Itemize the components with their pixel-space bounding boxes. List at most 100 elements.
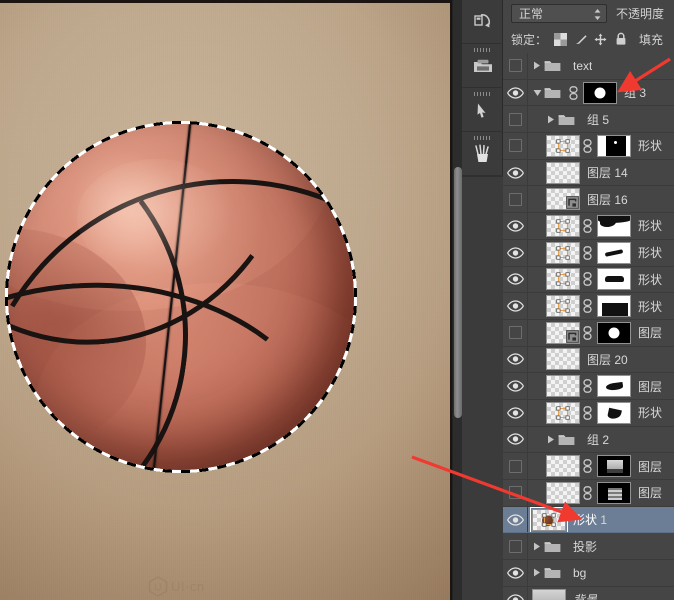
link-mask-icon[interactable] (582, 272, 593, 286)
layer-row-背景[interactable]: 背景 (503, 587, 674, 600)
layer-row-图层[interactable]: 图层 (503, 373, 674, 400)
dock-button-brush-presets-panel[interactable] (462, 132, 503, 176)
layer-row-body[interactable]: text (528, 53, 674, 79)
layer-row-形状[interactable]: 形状 (503, 400, 674, 427)
group-expand-toggle[interactable] (532, 61, 542, 70)
layer-thumbnail[interactable] (546, 135, 580, 157)
group-expand-toggle[interactable] (546, 435, 556, 444)
layer-visibility-toggle[interactable] (503, 293, 528, 319)
layer-row-body[interactable]: 组 5 (528, 106, 674, 132)
layer-row-body[interactable]: 形状 (528, 400, 674, 426)
link-mask-icon[interactable] (568, 86, 579, 100)
layer-row-body[interactable]: 形状 (528, 293, 674, 319)
layer-list[interactable]: text 组 3 组 5 形状 图层 14 图层 16 (503, 53, 674, 600)
layer-mask-thumbnail[interactable] (597, 242, 631, 264)
layer-row-text[interactable]: text (503, 53, 674, 80)
dock-button-mini-bridge-panel[interactable] (462, 44, 503, 88)
layer-mask-thumbnail[interactable] (583, 82, 617, 104)
group-expand-toggle[interactable] (532, 568, 542, 577)
layer-visibility-toggle[interactable] (503, 133, 528, 159)
layer-visibility-toggle[interactable] (503, 186, 528, 212)
basketball-artwork[interactable] (2, 118, 360, 476)
layer-visibility-toggle[interactable] (503, 560, 528, 586)
lock-all-icon[interactable] (613, 32, 628, 47)
link-mask-icon[interactable] (582, 219, 593, 233)
layer-thumbnail[interactable] (546, 295, 580, 317)
layer-mask-thumbnail[interactable] (597, 295, 631, 317)
layer-row-图层-16[interactable]: 图层 16 (503, 186, 674, 213)
layer-row-图层-14[interactable]: 图层 14 (503, 160, 674, 187)
layer-visibility-toggle[interactable] (503, 480, 528, 506)
layer-thumbnail[interactable] (546, 482, 580, 504)
layer-row-形状[interactable]: 形状 (503, 293, 674, 320)
layer-visibility-toggle[interactable] (503, 80, 528, 106)
layer-row-组-5[interactable]: 组 5 (503, 106, 674, 133)
layer-thumbnail[interactable] (546, 348, 580, 370)
layer-visibility-toggle[interactable] (503, 453, 528, 479)
layer-visibility-toggle[interactable] (503, 213, 528, 239)
lock-transparent-pixels-icon[interactable] (553, 32, 568, 47)
layer-row-body[interactable]: 形状 (528, 133, 674, 159)
canvas-area[interactable]: U UI·cn (0, 0, 462, 600)
layer-mask-thumbnail[interactable] (597, 455, 631, 477)
layer-row-body[interactable]: 图层 (528, 480, 674, 506)
layer-row-body[interactable]: 背景 (528, 587, 674, 600)
layer-row-形状-1[interactable]: 形状 1 (503, 507, 674, 534)
layer-row-body[interactable]: 图层 16 (528, 186, 674, 212)
link-mask-icon[interactable] (582, 246, 593, 260)
document-canvas[interactable]: U UI·cn (0, 3, 450, 600)
link-mask-icon[interactable] (582, 299, 593, 313)
layer-visibility-toggle[interactable] (503, 267, 528, 293)
lock-image-pixels-icon[interactable] (573, 32, 588, 47)
layer-visibility-toggle[interactable] (503, 106, 528, 132)
layer-thumbnail[interactable] (546, 455, 580, 477)
layer-row-body[interactable]: 形状 (528, 213, 674, 239)
layer-visibility-toggle[interactable] (503, 373, 528, 399)
layer-row-组-3[interactable]: 组 3 (503, 80, 674, 107)
layer-row-body[interactable]: 图层 (528, 320, 674, 346)
layer-mask-thumbnail[interactable] (597, 215, 631, 237)
layer-visibility-toggle[interactable] (503, 507, 528, 533)
layer-thumbnail[interactable] (546, 215, 580, 237)
layer-mask-thumbnail[interactable] (597, 322, 631, 344)
layer-row-形状[interactable]: 形状 (503, 213, 674, 240)
layer-visibility-toggle[interactable] (503, 320, 528, 346)
layer-mask-thumbnail[interactable] (597, 402, 631, 424)
canvas-vertical-scrollbar-thumb[interactable] (454, 167, 462, 418)
link-mask-icon[interactable] (582, 406, 593, 420)
layer-visibility-toggle[interactable] (503, 587, 528, 600)
layer-visibility-toggle[interactable] (503, 240, 528, 266)
link-mask-icon[interactable] (582, 139, 593, 153)
layer-row-图层[interactable]: 图层 (503, 320, 674, 347)
link-mask-icon[interactable] (582, 459, 593, 473)
layer-thumbnail[interactable] (546, 242, 580, 264)
layer-row-body[interactable]: 图层 20 (528, 347, 674, 373)
link-mask-icon[interactable] (582, 379, 593, 393)
layer-row-body[interactable]: 形状 (528, 267, 674, 293)
layer-mask-thumbnail[interactable] (597, 482, 631, 504)
link-mask-icon[interactable] (582, 486, 593, 500)
layer-row-body[interactable]: 图层 (528, 373, 674, 399)
layer-row-图层[interactable]: 图层 (503, 480, 674, 507)
layer-visibility-toggle[interactable] (503, 533, 528, 559)
blend-mode-select[interactable]: 正常 (511, 4, 607, 23)
group-expand-toggle[interactable] (532, 542, 542, 551)
layer-visibility-toggle[interactable] (503, 53, 528, 79)
layer-row-bg[interactable]: bg (503, 560, 674, 587)
canvas-vertical-scrollbar-track[interactable] (452, 0, 462, 600)
layer-thumbnail[interactable] (532, 589, 566, 600)
dock-button-history-panel[interactable] (462, 0, 503, 44)
layer-mask-thumbnail[interactable] (597, 375, 631, 397)
layer-thumbnail[interactable] (546, 322, 580, 344)
layer-row-body[interactable]: 图层 14 (528, 160, 674, 186)
layer-row-图层-20[interactable]: 图层 20 (503, 347, 674, 374)
layer-row-body[interactable]: bg (528, 560, 674, 586)
layer-row-形状[interactable]: 形状 (503, 133, 674, 160)
layer-row-形状[interactable]: 形状 (503, 267, 674, 294)
layer-mask-thumbnail[interactable] (597, 135, 631, 157)
layer-row-body[interactable]: 组 2 (528, 427, 674, 453)
layer-visibility-toggle[interactable] (503, 400, 528, 426)
layer-thumbnail[interactable] (546, 402, 580, 424)
group-expand-toggle[interactable] (546, 115, 556, 124)
layer-thumbnail[interactable] (546, 188, 580, 210)
